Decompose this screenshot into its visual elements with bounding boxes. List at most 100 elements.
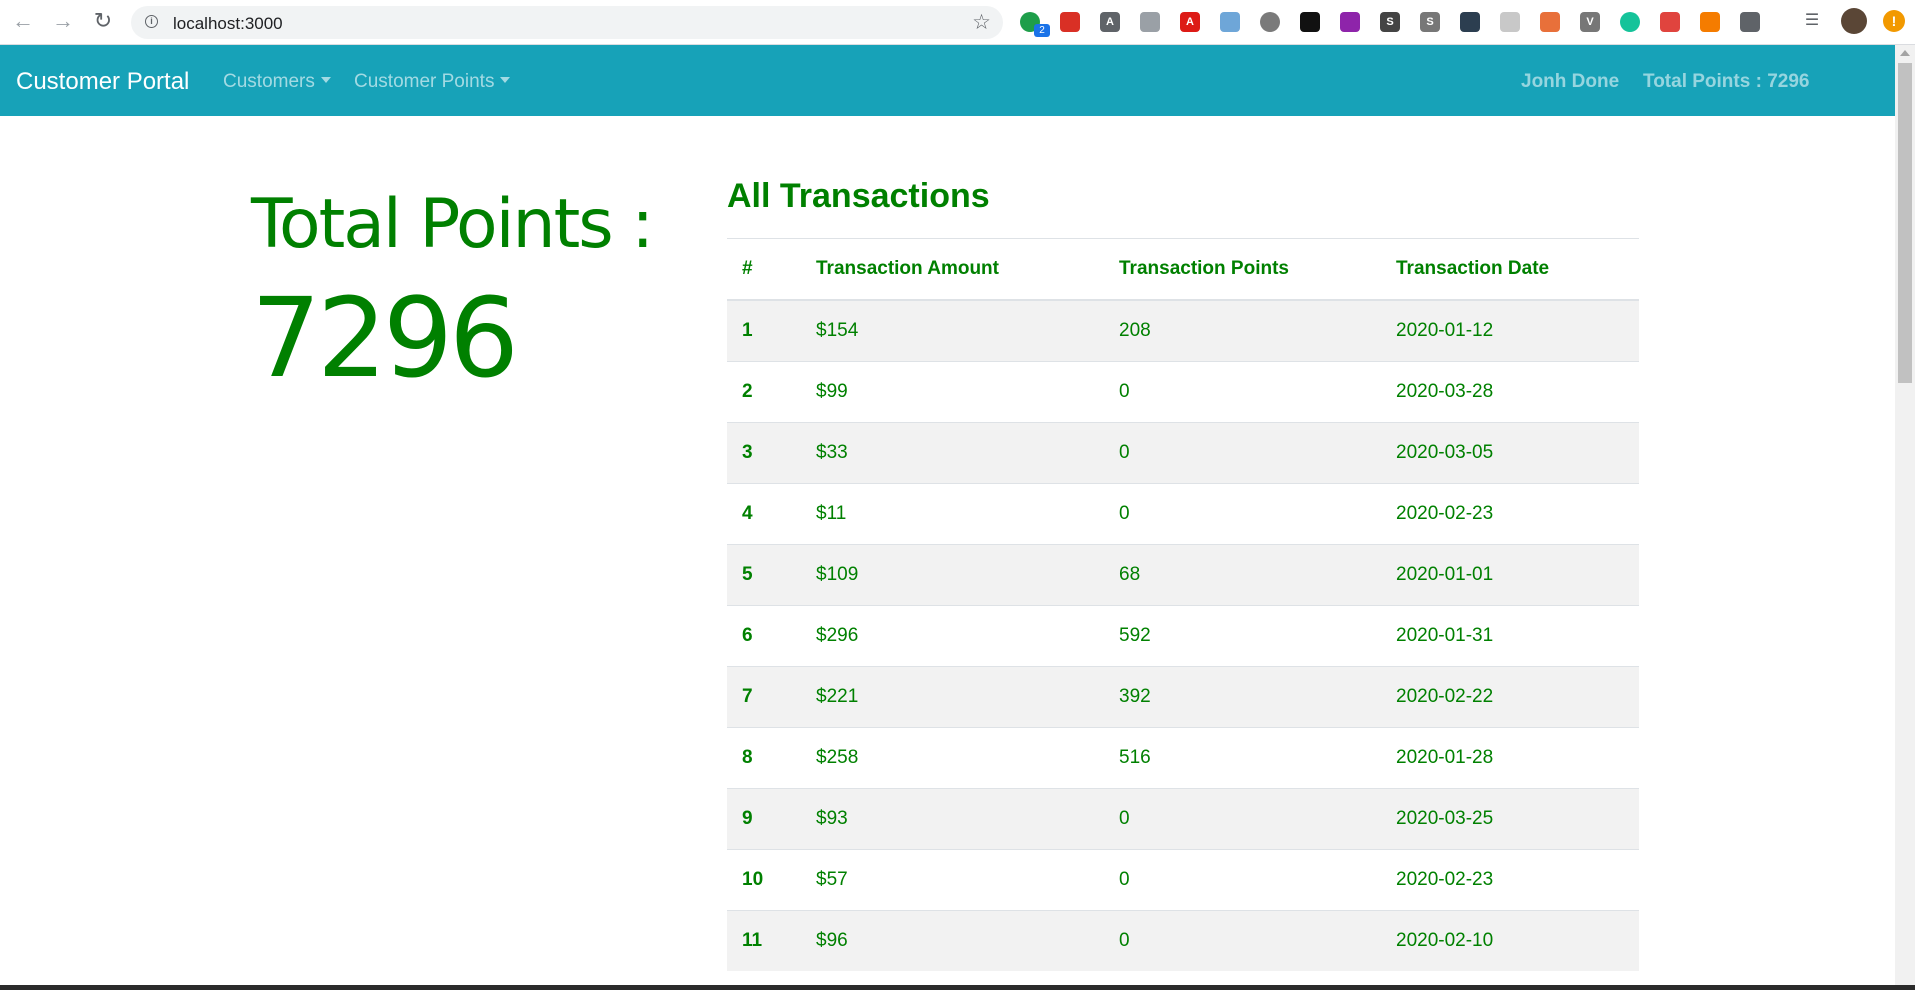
nav-customers-label: Customers bbox=[223, 71, 315, 92]
row-amount: $11 bbox=[801, 483, 1104, 545]
profile-area: ☰ ! bbox=[1801, 8, 1915, 34]
pdf-icon[interactable] bbox=[1660, 12, 1680, 32]
column-header-index: # bbox=[727, 238, 801, 301]
nav-customer-points-label: Customer Points bbox=[354, 71, 495, 92]
url-text[interactable]: localhost:3000 bbox=[173, 14, 283, 34]
brand-link[interactable]: Customer Portal bbox=[16, 68, 189, 96]
bookmark-star-icon[interactable]: ☆ bbox=[972, 10, 991, 35]
row-points: 68 bbox=[1104, 544, 1381, 606]
scrollbar-thumb[interactable] bbox=[1898, 63, 1912, 383]
row-points: 0 bbox=[1104, 483, 1381, 545]
row-date: 2020-02-22 bbox=[1381, 666, 1639, 728]
row-points: 0 bbox=[1104, 422, 1381, 484]
top-navbar: Customer Portal Customers Customer Point… bbox=[0, 45, 1895, 116]
row-points: 592 bbox=[1104, 605, 1381, 667]
glasses-icon[interactable] bbox=[1540, 12, 1560, 32]
scroll-up-arrow-icon[interactable] bbox=[1900, 50, 1910, 56]
row-amount: $57 bbox=[801, 849, 1104, 911]
pocket-icon[interactable] bbox=[1500, 12, 1520, 32]
avatar[interactable] bbox=[1841, 8, 1867, 34]
nav-customers-dropdown[interactable]: Customers bbox=[223, 71, 331, 93]
chevron-down-icon bbox=[500, 77, 511, 83]
row-date: 2020-02-23 bbox=[1381, 849, 1639, 911]
row-index: 11 bbox=[727, 910, 801, 971]
total-points-label: Total Points : bbox=[251, 185, 654, 264]
nav-customer-points-dropdown[interactable]: Customer Points bbox=[354, 71, 511, 93]
row-points: 516 bbox=[1104, 727, 1381, 789]
row-index: 5 bbox=[727, 544, 801, 606]
row-points: 0 bbox=[1104, 849, 1381, 911]
grammarly-icon[interactable] bbox=[1620, 12, 1640, 32]
table-row: 7 $221 392 2020-02-22 bbox=[727, 666, 1639, 728]
dark-blue-ext-icon[interactable] bbox=[1460, 12, 1480, 32]
row-amount: $33 bbox=[801, 422, 1104, 484]
table-row: 8 $258 516 2020-01-28 bbox=[727, 727, 1639, 789]
vertical-scrollbar[interactable] bbox=[1895, 45, 1915, 990]
row-index: 8 bbox=[727, 727, 801, 789]
grid-icon[interactable] bbox=[1740, 12, 1760, 32]
address-bar[interactable]: i localhost:3000 ☆ bbox=[131, 6, 1003, 39]
row-date: 2020-01-01 bbox=[1381, 544, 1639, 606]
letter-a-icon[interactable]: A bbox=[1100, 12, 1120, 32]
row-points: 392 bbox=[1104, 666, 1381, 728]
row-points: 0 bbox=[1104, 361, 1381, 423]
extension-badge: 2 bbox=[1034, 24, 1050, 37]
blue-swirl-icon[interactable] bbox=[1220, 12, 1240, 32]
update-alert-icon[interactable]: ! bbox=[1883, 10, 1905, 32]
column-header-amount: Transaction Amount bbox=[801, 238, 1104, 301]
purple-ext-icon[interactable] bbox=[1340, 12, 1360, 32]
row-date: 2020-01-28 bbox=[1381, 727, 1639, 789]
row-date: 2020-01-12 bbox=[1381, 299, 1639, 362]
page-viewport: Customer Portal Customers Customer Point… bbox=[0, 45, 1895, 985]
extensions-bar: A A SS V bbox=[1020, 9, 1780, 35]
row-date: 2020-03-05 bbox=[1381, 422, 1639, 484]
black-v-icon[interactable] bbox=[1300, 12, 1320, 32]
cube-icon[interactable] bbox=[1140, 12, 1160, 32]
letter-s-gray-icon[interactable]: S bbox=[1420, 12, 1440, 32]
row-amount: $99 bbox=[801, 361, 1104, 423]
row-index: 6 bbox=[727, 605, 801, 667]
info-icon[interactable]: i bbox=[145, 15, 158, 28]
navbar-total-points: Total Points : 7296 bbox=[1643, 71, 1810, 92]
orange-gear-icon[interactable] bbox=[1700, 12, 1720, 32]
row-index: 10 bbox=[727, 849, 801, 911]
row-date: 2020-02-23 bbox=[1381, 483, 1639, 545]
browser-toolbar: ← → ↻ i localhost:3000 ☆ A A SS V 2 ☰ ! bbox=[0, 0, 1915, 45]
media-controls-icon[interactable]: ☰ bbox=[1801, 10, 1823, 32]
row-points: 0 bbox=[1104, 910, 1381, 971]
row-index: 9 bbox=[727, 788, 801, 850]
row-index: 2 bbox=[727, 361, 801, 423]
row-points: 0 bbox=[1104, 788, 1381, 850]
table-row: 6 $296 592 2020-01-31 bbox=[727, 605, 1639, 667]
table-row: 11 $96 0 2020-02-10 bbox=[727, 910, 1639, 971]
table-row: 2 $99 0 2020-03-28 bbox=[727, 361, 1639, 423]
transactions-title: All Transactions bbox=[727, 177, 990, 215]
row-points: 208 bbox=[1104, 299, 1381, 362]
gray-circle-icon[interactable] bbox=[1260, 12, 1280, 32]
row-amount: $93 bbox=[801, 788, 1104, 850]
row-date: 2020-01-31 bbox=[1381, 605, 1639, 667]
letter-s-icon[interactable]: S bbox=[1380, 12, 1400, 32]
row-date: 2020-03-25 bbox=[1381, 788, 1639, 850]
table-header-row: # Transaction Amount Transaction Points … bbox=[727, 238, 1639, 301]
red-extension-icon[interactable] bbox=[1060, 12, 1080, 32]
row-amount: $258 bbox=[801, 727, 1104, 789]
forward-arrow-icon[interactable]: → bbox=[50, 8, 76, 34]
row-amount: $296 bbox=[801, 605, 1104, 667]
reload-icon[interactable]: ↻ bbox=[90, 8, 116, 34]
chevron-down-icon bbox=[320, 77, 331, 83]
row-index: 4 bbox=[727, 483, 801, 545]
back-arrow-icon[interactable]: ← bbox=[10, 8, 36, 34]
column-header-date: Transaction Date bbox=[1381, 238, 1639, 301]
row-amount: $221 bbox=[801, 666, 1104, 728]
taskbar-edge bbox=[0, 985, 1915, 990]
user-name[interactable]: Jonh Done bbox=[1521, 71, 1619, 93]
row-amount: $154 bbox=[801, 299, 1104, 362]
row-index: 1 bbox=[727, 299, 801, 362]
row-index: 3 bbox=[727, 422, 801, 484]
table-row: 4 $11 0 2020-02-23 bbox=[727, 483, 1639, 545]
row-date: 2020-02-10 bbox=[1381, 910, 1639, 971]
v-icon[interactable]: V bbox=[1580, 12, 1600, 32]
angular-icon[interactable]: A bbox=[1180, 12, 1200, 32]
row-index: 7 bbox=[727, 666, 801, 728]
